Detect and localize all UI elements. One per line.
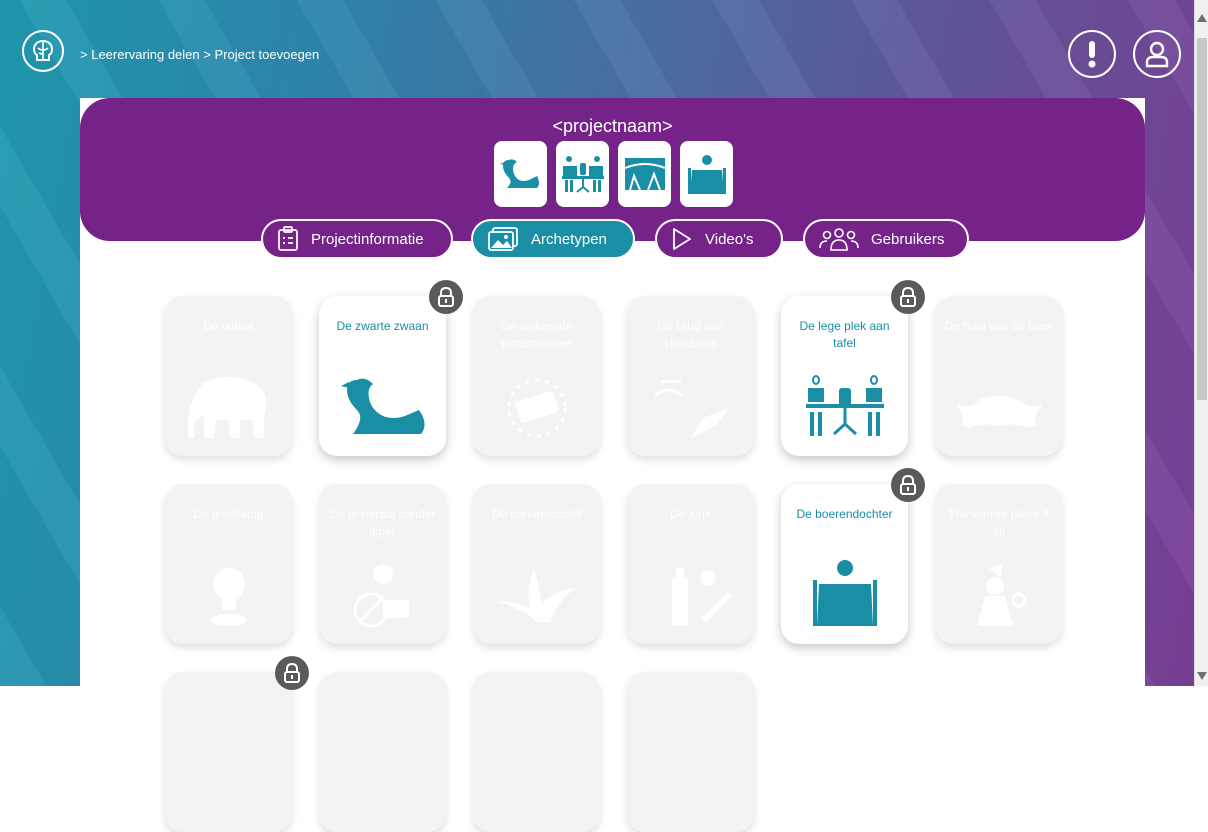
archetype-card-zwarte-zwaan[interactable]: De zwarte zwaan [319, 296, 446, 456]
bearskin-icon [956, 396, 1043, 428]
lock-icon [900, 287, 916, 307]
archetype-title: De generaal zonder leger [329, 507, 436, 538]
banana-peel-icon [497, 568, 576, 622]
archetype-card-generaal-zonder-leger[interactable]: De generaal zonder leger [319, 484, 446, 644]
archetype-card-winner-takes-it-all[interactable]: The winner takes it all [935, 484, 1062, 644]
archetype-card-lege-plek-aan-tafel[interactable]: De lege plek aan tafel [781, 296, 908, 456]
archetype-title: De olifant [203, 319, 254, 333]
scroll-up-arrow[interactable] [1197, 14, 1207, 22]
archetype-title: De boerendochter [796, 507, 893, 521]
swan-icon [340, 378, 425, 434]
archetype-title: De bananenschil [491, 507, 582, 521]
lock-button[interactable] [429, 280, 463, 314]
lock-button[interactable] [891, 280, 925, 314]
archetype-title: De verkeerde portemonnee [500, 319, 573, 350]
archetype-title: De zwarte zwaan [336, 319, 429, 333]
archetype-title: De lege plek aan tafel [799, 319, 890, 350]
general-icon [353, 564, 409, 628]
wallet-icon [507, 378, 566, 438]
lock-icon [284, 663, 300, 683]
archetype-card-brug-van-honduras[interactable]: De brug van Honduras [627, 296, 754, 456]
lightbulb-icon [210, 568, 247, 626]
archetype-card-junk[interactable]: De junk [627, 484, 754, 644]
archetype-card-olifant[interactable]: De olifant [165, 296, 292, 456]
lock-icon [438, 287, 454, 307]
archetype-title: De gloeilamp [193, 507, 264, 521]
vertical-scrollbar[interactable] [1194, 0, 1208, 686]
archetype-card-partial[interactable] [165, 672, 292, 832]
trophy-icon [976, 564, 1026, 626]
lock-icon [900, 475, 916, 495]
lock-button[interactable] [891, 468, 925, 502]
archetype-title: The winner takes it all [948, 507, 1049, 538]
archetype-card-partial[interactable] [473, 672, 600, 832]
farmer-icon [812, 560, 877, 626]
archetype-title: De junk [670, 507, 711, 521]
elephant-icon [187, 376, 266, 438]
archetype-card-boerendochter[interactable]: De boerendochter [781, 484, 908, 644]
archetype-title: De brug van Honduras [657, 319, 724, 350]
archetype-card-partial[interactable] [627, 672, 754, 832]
archetype-card-gloeilamp[interactable]: De gloeilamp [165, 484, 292, 644]
junk-icon [671, 568, 732, 626]
archetype-title: De huid van de beer [944, 319, 1053, 333]
archetype-card-huid-van-de-beer[interactable]: De huid van de beer [935, 296, 1062, 456]
scrollbar-thumb[interactable] [1197, 38, 1207, 400]
archetype-grid: De olifant De zwarte zwaan De verkeerde … [0, 0, 1208, 832]
archetype-card-verkeerde-portemonnee[interactable]: De verkeerde portemonnee [473, 296, 600, 456]
archetype-card-partial[interactable] [319, 672, 446, 832]
scroll-down-arrow[interactable] [1197, 672, 1207, 680]
meeting-icon [805, 375, 884, 436]
lock-button[interactable] [275, 656, 309, 690]
archetype-card-bananenschil[interactable]: De bananenschil [473, 484, 600, 644]
bridge-icon [653, 380, 729, 438]
